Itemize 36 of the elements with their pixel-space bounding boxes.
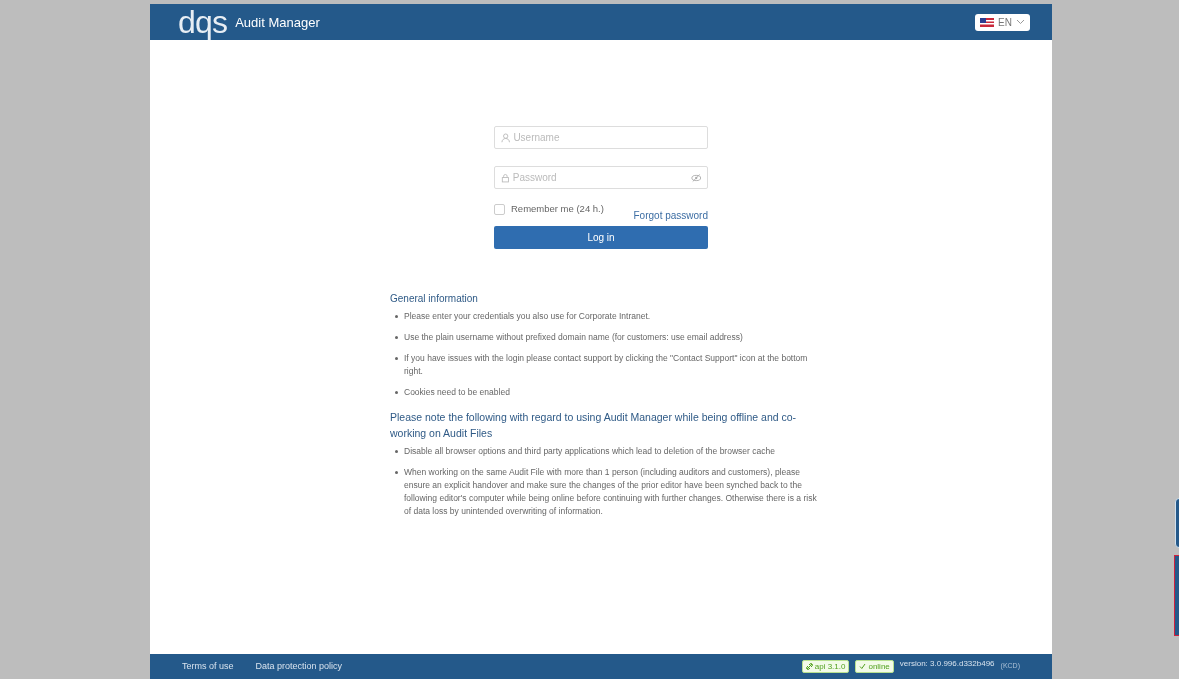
info-text: Cookies need to be enabled [404,386,510,399]
bullet-icon [395,315,398,318]
bullet-icon [395,471,398,474]
username-field[interactable]: Username [494,126,708,149]
bullet-icon [395,336,398,339]
username-input[interactable]: Username [513,130,701,145]
info-text: Disable all browser options and third party applications which lead to deletion of the browser cache [404,445,775,458]
flag-icon [980,17,995,27]
eye-slash-icon[interactable] [690,172,701,183]
language-select[interactable]: EN [975,13,1030,31]
remember-label: Remember me (24 h.) [511,202,604,216]
bullet-icon [395,450,398,453]
password-field[interactable]: Password [494,166,708,189]
user-icon [501,132,511,143]
app-title: Audit Manager [235,13,320,32]
terms-link[interactable]: Terms of use [182,659,234,674]
link-icon [805,663,813,670]
info-text: When working on the same Audit File with more than 1 person (including auditors and customers), please ensure an explicit handover and make sure the changes of the prior editor have been synched back to the following editor's computer while being online before continuing with further changes. Otherwise there is a risk of data loss by unintended overwriting of information. [404,466,818,518]
bullet-icon [395,357,398,360]
online-badge: online [855,660,894,673]
forgot-password-link[interactable]: Forgot password [633,208,708,223]
lock-icon [501,172,510,183]
section-heading: Please note the following with regard to using Audit Manager while being offline and co-working on Audit Files [390,410,798,441]
info-text: Use the plain username without prefixed domain name (for customers: use email address) [404,331,743,344]
login-button[interactable]: Log in [494,226,708,249]
chevron-down-icon [1016,19,1025,25]
remember-checkbox[interactable] [494,203,505,215]
section-heading: General information [390,292,479,306]
check-icon [859,663,867,670]
info-text: If you have issues with the login please contact support by clicking the "Contact Support" icon at the bottom right. [404,352,809,378]
password-input[interactable]: Password [512,170,688,185]
version-text: version: 3.0.996.d332b496 [899,658,995,670]
api-badge: api 3.1.0 [801,660,850,673]
bullet-icon [395,391,398,394]
info-text: Please enter your credentials you also use for Corporate Intranet. [404,310,651,323]
privacy-link[interactable]: Data protection policy [255,659,343,674]
